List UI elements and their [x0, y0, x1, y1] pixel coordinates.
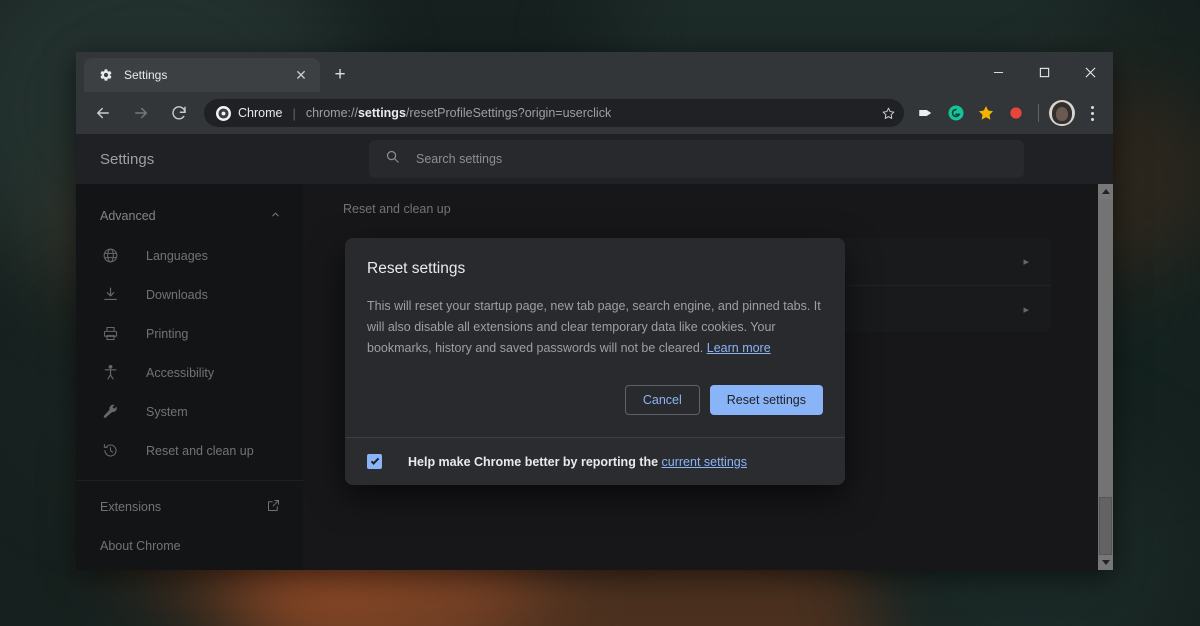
- cancel-button[interactable]: Cancel: [624, 385, 700, 415]
- menu-dot: [1090, 111, 1094, 115]
- maximize-button[interactable]: [1021, 52, 1067, 92]
- url-prefix: chrome://: [305, 106, 358, 120]
- tab-settings[interactable]: Settings ✕: [84, 58, 320, 92]
- settings-header: Settings Search settings: [76, 134, 1113, 184]
- search-placeholder: Search settings: [416, 152, 503, 166]
- report-settings-checkbox[interactable]: [367, 454, 382, 469]
- url-bold-segment: settings: [357, 106, 406, 120]
- toolbar-divider: [1038, 104, 1039, 122]
- search-icon: [385, 149, 400, 169]
- gear-icon: [98, 67, 114, 83]
- settings-body: Advanced Languages Downloads Printing Ac…: [76, 184, 1113, 570]
- window-controls: [975, 52, 1113, 92]
- dialog-title: Reset settings: [367, 260, 466, 277]
- profile-avatar[interactable]: [1049, 100, 1075, 126]
- tab-title: Settings: [124, 68, 168, 82]
- tab-strip: Settings ✕ +: [76, 52, 1113, 92]
- url-text: chrome://settings/resetProfileSettings?o…: [306, 106, 611, 120]
- dialog-body: Reset settings This will reset your star…: [345, 238, 845, 359]
- page-title: Settings: [100, 150, 155, 168]
- report-settings-text: Help make Chrome better by reporting the: [408, 454, 662, 469]
- chrome-identity-badge: Chrome: [216, 105, 283, 121]
- check-icon: [370, 455, 379, 465]
- chrome-scheme-label: Chrome: [238, 106, 283, 120]
- extension-icons: [912, 99, 1105, 127]
- minimize-button[interactable]: [975, 52, 1021, 92]
- address-bar[interactable]: Chrome | chrome://settings/resetProfileS…: [204, 99, 904, 127]
- forward-button[interactable]: [126, 98, 156, 128]
- avatar-face: [1056, 107, 1068, 121]
- report-settings-label: Help make Chrome better by reporting the…: [408, 455, 747, 469]
- back-button[interactable]: [88, 98, 118, 128]
- dialog-footer: Help make Chrome better by reporting the…: [345, 437, 845, 485]
- record-extension-icon[interactable]: [1002, 99, 1030, 127]
- tag-extension-icon[interactable]: [912, 99, 940, 127]
- reset-settings-dialog: Reset settings This will reset your star…: [345, 238, 845, 485]
- dialog-description: This will reset your startup page, new t…: [367, 296, 823, 359]
- star-extension-icon[interactable]: [972, 99, 1000, 127]
- close-icon[interactable]: ✕: [292, 66, 310, 84]
- chrome-browser-window: Settings ✕ + Chrome | chrome://settings/…: [76, 52, 1113, 570]
- settings-page: Settings Search settings Advanced Langua…: [76, 134, 1113, 570]
- browser-toolbar: Chrome | chrome://settings/resetProfileS…: [76, 92, 1113, 134]
- reload-button[interactable]: [164, 98, 194, 128]
- grammarly-icon[interactable]: [942, 99, 970, 127]
- star-outline-icon[interactable]: [876, 101, 900, 125]
- close-button[interactable]: [1067, 52, 1113, 92]
- learn-more-link[interactable]: Learn more: [707, 341, 771, 355]
- menu-dot: [1090, 117, 1094, 121]
- dialog-actions: Cancel Reset settings: [345, 359, 845, 437]
- chrome-logo-icon: [216, 105, 231, 121]
- new-tab-button[interactable]: +: [326, 61, 354, 89]
- current-settings-link[interactable]: current settings: [662, 455, 747, 469]
- reset-settings-confirm-button[interactable]: Reset settings: [709, 385, 823, 415]
- chrome-menu-icon[interactable]: [1079, 99, 1105, 127]
- url-suffix: /resetProfileSettings?origin=userclick: [405, 106, 612, 120]
- search-settings-input[interactable]: Search settings: [369, 140, 1024, 178]
- omnibox-separator: |: [292, 105, 296, 121]
- menu-dot: [1090, 105, 1094, 109]
